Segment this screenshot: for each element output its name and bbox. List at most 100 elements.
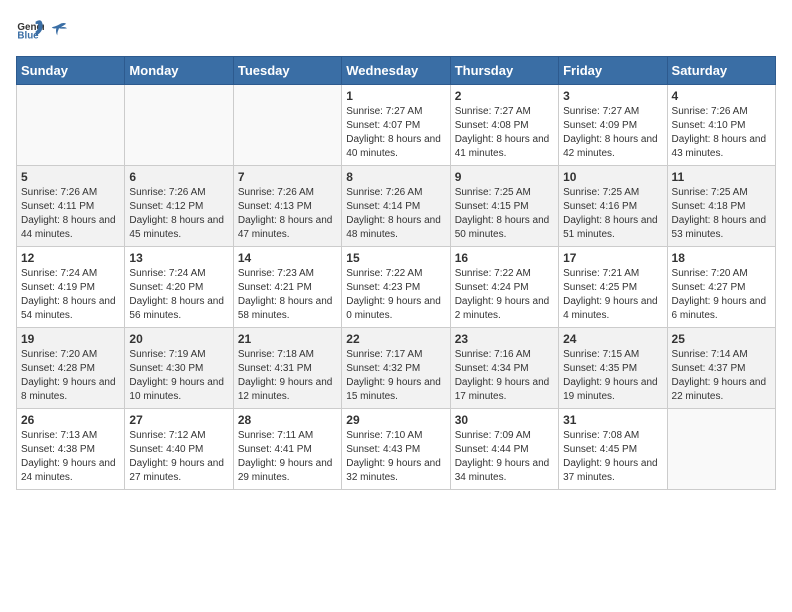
calendar-cell: 7 Sunrise: 7:26 AM Sunset: 4:13 PM Daylig… [233,166,341,247]
calendar-cell: 25Sunrise: 7:14 AM Sunset: 4:37 PM Dayli… [667,328,775,409]
calendar-table: SundayMondayTuesdayWednesdayThursdayFrid… [16,56,776,490]
day-number: 25 [672,332,771,346]
day-info: Sunrise: 7:17 AM Sunset: 4:32 PM Dayligh… [346,348,445,404]
day-number: 15 [346,251,445,265]
day-number: 28 [238,413,337,427]
weekday-header-thursday: Thursday [450,57,558,85]
calendar-cell [17,85,125,166]
day-info: Sunrise: 7:22 AM Sunset: 4:24 PM Dayligh… [455,267,554,323]
weekday-header-friday: Friday [559,57,667,85]
logo-icon: General Blue [16,16,44,44]
weekday-header-monday: Monday [125,57,233,85]
day-info: Sunrise: 7:13 AM Sunset: 4:38 PM Dayligh… [21,429,120,485]
day-number: 14 [238,251,337,265]
calendar-cell: 16 Sunrise: 7:22 AM Sunset: 4:24 PM Dayli… [450,247,558,328]
day-info: Sunrise: 7:18 AM Sunset: 4:31 PM Dayligh… [238,348,337,404]
calendar-cell: 21 Sunrise: 7:18 AM Sunset: 4:31 PM Dayli… [233,328,341,409]
day-info: Sunrise: 7:22 AM Sunset: 4:23 PM Dayligh… [346,267,445,323]
weekday-header-tuesday: Tuesday [233,57,341,85]
day-info: Sunrise: 7:27 AM Sunset: 4:08 PM Dayligh… [455,105,554,161]
day-number: 18 [672,251,771,265]
calendar-cell [125,85,233,166]
calendar-cell: 23Sunrise: 7:16 AM Sunset: 4:34 PM Dayli… [450,328,558,409]
calendar-cell: 2 Sunrise: 7:27 AM Sunset: 4:08 PM Daylig… [450,85,558,166]
day-info: Sunrise: 7:08 AM Sunset: 4:45 PM Dayligh… [563,429,662,485]
calendar-cell: 15 Sunrise: 7:22 AM Sunset: 4:23 PM Dayli… [342,247,450,328]
day-number: 31 [563,413,662,427]
calendar-cell: 14 Sunrise: 7:23 AM Sunset: 4:21 PM Dayli… [233,247,341,328]
day-info: Sunrise: 7:15 AM Sunset: 4:35 PM Dayligh… [563,348,662,404]
day-number: 8 [346,170,445,184]
day-number: 27 [129,413,228,427]
calendar-cell: 3 Sunrise: 7:27 AM Sunset: 4:09 PM Daylig… [559,85,667,166]
day-info: Sunrise: 7:26 AM Sunset: 4:13 PM Dayligh… [238,186,337,242]
day-info: Sunrise: 7:27 AM Sunset: 4:09 PM Dayligh… [563,105,662,161]
weekday-header-wednesday: Wednesday [342,57,450,85]
calendar-cell: 8 Sunrise: 7:26 AM Sunset: 4:14 PM Daylig… [342,166,450,247]
calendar-cell: 24 Sunrise: 7:15 AM Sunset: 4:35 PM Dayli… [559,328,667,409]
day-info: Sunrise: 7:09 AM Sunset: 4:44 PM Dayligh… [455,429,554,485]
day-info: Sunrise: 7:26 AM Sunset: 4:12 PM Dayligh… [129,186,228,242]
calendar-week-row: 1 Sunrise: 7:27 AM Sunset: 4:07 PM Daylig… [17,85,776,166]
day-info: Sunrise: 7:20 AM Sunset: 4:27 PM Dayligh… [672,267,771,323]
calendar-week-row: 5 Sunrise: 7:26 AM Sunset: 4:11 PM Daylig… [17,166,776,247]
calendar-cell: 13 Sunrise: 7:24 AM Sunset: 4:20 PM Dayli… [125,247,233,328]
day-info: Sunrise: 7:20 AM Sunset: 4:28 PM Dayligh… [21,348,120,404]
day-number: 20 [129,332,228,346]
calendar-cell: 22 Sunrise: 7:17 AM Sunset: 4:32 PM Dayli… [342,328,450,409]
day-number: 5 [21,170,120,184]
day-info: Sunrise: 7:11 AM Sunset: 4:41 PM Dayligh… [238,429,337,485]
calendar-week-row: 26 Sunrise: 7:13 AM Sunset: 4:38 PM Dayli… [17,409,776,490]
calendar-cell: 26 Sunrise: 7:13 AM Sunset: 4:38 PM Dayli… [17,409,125,490]
day-number: 1 [346,89,445,103]
day-info: Sunrise: 7:26 AM Sunset: 4:14 PM Dayligh… [346,186,445,242]
day-number: 9 [455,170,554,184]
day-info: Sunrise: 7:16 AM Sunset: 4:34 PM Dayligh… [455,348,554,404]
calendar-cell: 9 Sunrise: 7:25 AM Sunset: 4:15 PM Daylig… [450,166,558,247]
day-number: 12 [21,251,120,265]
calendar-cell: 29 Sunrise: 7:10 AM Sunset: 4:43 PM Dayli… [342,409,450,490]
day-info: Sunrise: 7:12 AM Sunset: 4:40 PM Dayligh… [129,429,228,485]
day-number: 19 [21,332,120,346]
calendar-week-row: 19 Sunrise: 7:20 AM Sunset: 4:28 PM Dayli… [17,328,776,409]
day-info: Sunrise: 7:24 AM Sunset: 4:20 PM Dayligh… [129,267,228,323]
day-number: 4 [672,89,771,103]
day-number: 2 [455,89,554,103]
calendar-cell: 20 Sunrise: 7:19 AM Sunset: 4:30 PM Dayli… [125,328,233,409]
logo-bird-icon [50,21,68,39]
day-number: 22 [346,332,445,346]
day-info: Sunrise: 7:25 AM Sunset: 4:18 PM Dayligh… [672,186,771,242]
day-info: Sunrise: 7:10 AM Sunset: 4:43 PM Dayligh… [346,429,445,485]
calendar-cell: 1 Sunrise: 7:27 AM Sunset: 4:07 PM Daylig… [342,85,450,166]
day-number: 26 [21,413,120,427]
day-number: 30 [455,413,554,427]
day-number: 13 [129,251,228,265]
calendar-week-row: 12Sunrise: 7:24 AM Sunset: 4:19 PM Dayli… [17,247,776,328]
day-info: Sunrise: 7:26 AM Sunset: 4:11 PM Dayligh… [21,186,120,242]
calendar-cell: 5 Sunrise: 7:26 AM Sunset: 4:11 PM Daylig… [17,166,125,247]
day-info: Sunrise: 7:23 AM Sunset: 4:21 PM Dayligh… [238,267,337,323]
day-number: 7 [238,170,337,184]
day-number: 21 [238,332,337,346]
calendar-cell: 31 Sunrise: 7:08 AM Sunset: 4:45 PM Dayli… [559,409,667,490]
calendar-cell: 18 Sunrise: 7:20 AM Sunset: 4:27 PM Dayli… [667,247,775,328]
calendar-cell: 12Sunrise: 7:24 AM Sunset: 4:19 PM Dayli… [17,247,125,328]
day-number: 11 [672,170,771,184]
calendar-cell: 19 Sunrise: 7:20 AM Sunset: 4:28 PM Dayli… [17,328,125,409]
day-number: 24 [563,332,662,346]
weekday-header-saturday: Saturday [667,57,775,85]
day-info: Sunrise: 7:25 AM Sunset: 4:15 PM Dayligh… [455,186,554,242]
day-number: 29 [346,413,445,427]
day-info: Sunrise: 7:27 AM Sunset: 4:07 PM Dayligh… [346,105,445,161]
day-number: 3 [563,89,662,103]
calendar-cell: 11 Sunrise: 7:25 AM Sunset: 4:18 PM Dayli… [667,166,775,247]
calendar-cell: 10Sunrise: 7:25 AM Sunset: 4:16 PM Dayli… [559,166,667,247]
day-number: 16 [455,251,554,265]
day-info: Sunrise: 7:26 AM Sunset: 4:10 PM Dayligh… [672,105,771,161]
day-number: 6 [129,170,228,184]
calendar-cell: 27 Sunrise: 7:12 AM Sunset: 4:40 PM Dayli… [125,409,233,490]
day-info: Sunrise: 7:19 AM Sunset: 4:30 PM Dayligh… [129,348,228,404]
weekday-header-row: SundayMondayTuesdayWednesdayThursdayFrid… [17,57,776,85]
calendar-cell: 17Sunrise: 7:21 AM Sunset: 4:25 PM Dayli… [559,247,667,328]
weekday-header-sunday: Sunday [17,57,125,85]
